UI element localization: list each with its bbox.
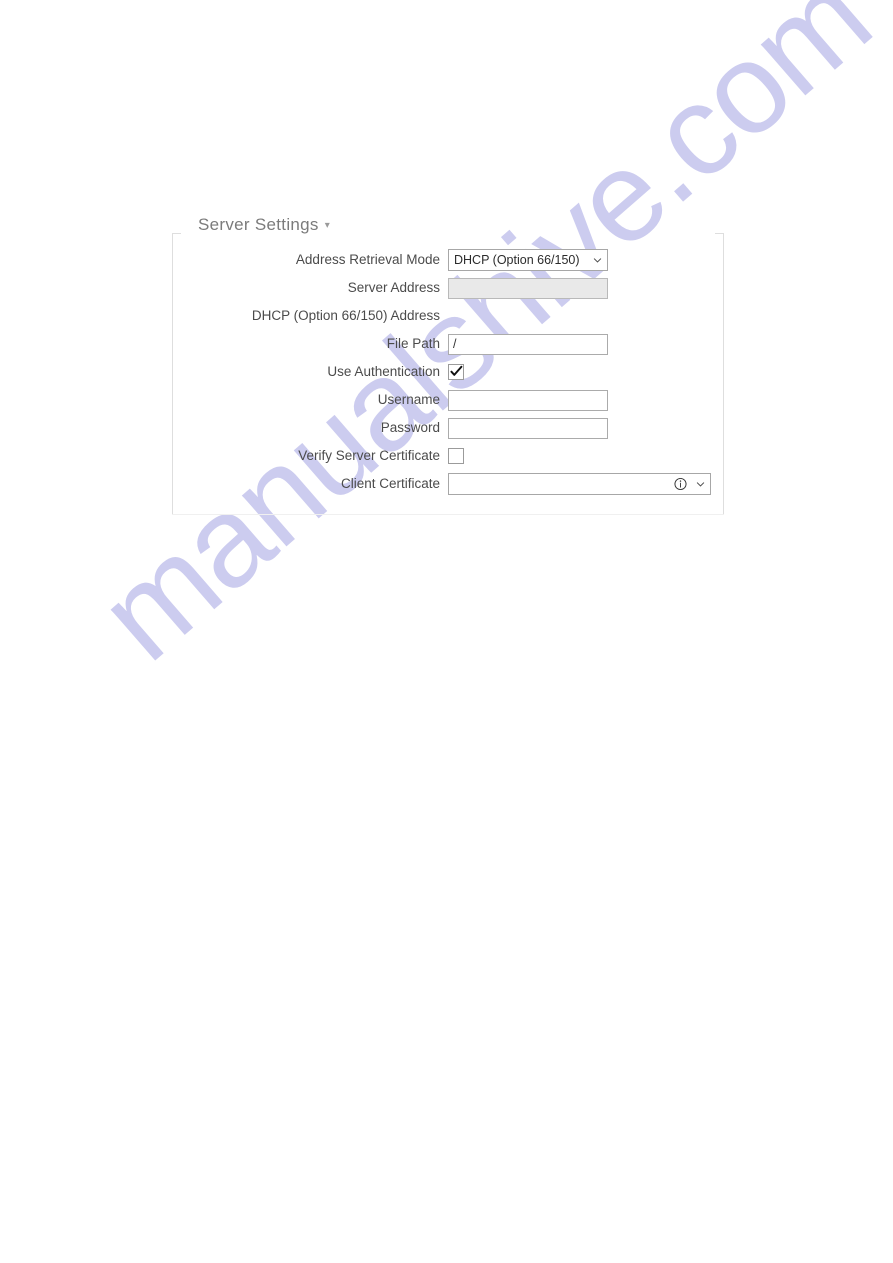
label-dhcp-option-address: DHCP (Option 66/150) Address <box>251 308 440 323</box>
panel-title[interactable]: Server Settings ▾ <box>196 215 337 235</box>
password-input[interactable] <box>448 417 608 439</box>
field-file-path <box>448 333 724 355</box>
form-row-server-address: Server Address <box>172 274 724 302</box>
field-address-retrieval-mode: DHCP (Option 66/150) <box>448 249 724 271</box>
page-watermark: manualshive.com <box>0 0 893 1263</box>
server-settings-form: Address Retrieval Mode DHCP (Option 66/1… <box>172 246 724 498</box>
label-username: Username <box>377 392 440 407</box>
server-address-input[interactable] <box>448 277 608 299</box>
username-input[interactable] <box>448 389 608 411</box>
form-row-address-retrieval-mode: Address Retrieval Mode DHCP (Option 66/1… <box>172 246 724 274</box>
server-settings-panel: Server Settings ▾ Address Retrieval Mode … <box>172 215 724 515</box>
label-use-authentication: Use Authentication <box>327 364 440 379</box>
client-certificate-select-wrap[interactable] <box>448 473 711 495</box>
collapse-caret-icon[interactable]: ▾ <box>325 220 330 231</box>
address-retrieval-mode-select-wrap[interactable]: DHCP (Option 66/150) <box>448 249 608 271</box>
panel-border-bottom <box>172 514 724 515</box>
address-retrieval-mode-select[interactable]: DHCP (Option 66/150) <box>448 249 608 271</box>
panel-border-top-right <box>715 233 724 234</box>
label-file-path: File Path <box>386 336 440 351</box>
verify-server-certificate-checkbox[interactable] <box>448 448 464 464</box>
form-row-dhcp-option-address: DHCP (Option 66/150) Address <box>172 302 724 330</box>
use-authentication-checkbox[interactable] <box>448 364 464 380</box>
field-verify-server-certificate <box>448 448 724 464</box>
panel-title-label: Server Settings <box>198 215 319 234</box>
file-path-input[interactable] <box>448 333 608 355</box>
client-certificate-select[interactable] <box>448 473 711 495</box>
label-password: Password <box>380 420 440 435</box>
label-client-certificate: Client Certificate <box>340 476 440 491</box>
field-client-certificate <box>448 473 724 495</box>
form-row-client-certificate: Client Certificate <box>172 470 724 498</box>
field-server-address <box>448 277 724 299</box>
form-row-verify-server-certificate: Verify Server Certificate <box>172 442 724 470</box>
form-row-use-authentication: Use Authentication <box>172 358 724 386</box>
form-row-password: Password <box>172 414 724 442</box>
check-icon <box>450 365 463 378</box>
form-row-username: Username <box>172 386 724 414</box>
form-row-file-path: File Path <box>172 330 724 358</box>
field-dhcp-option-address <box>448 307 724 325</box>
label-verify-server-certificate: Verify Server Certificate <box>298 448 440 463</box>
field-username <box>448 389 724 411</box>
panel-border-top-left <box>172 233 181 234</box>
label-server-address: Server Address <box>347 280 440 295</box>
field-use-authentication <box>448 364 724 380</box>
label-address-retrieval-mode: Address Retrieval Mode <box>295 252 440 267</box>
field-password <box>448 417 724 439</box>
info-icon[interactable] <box>674 477 687 491</box>
